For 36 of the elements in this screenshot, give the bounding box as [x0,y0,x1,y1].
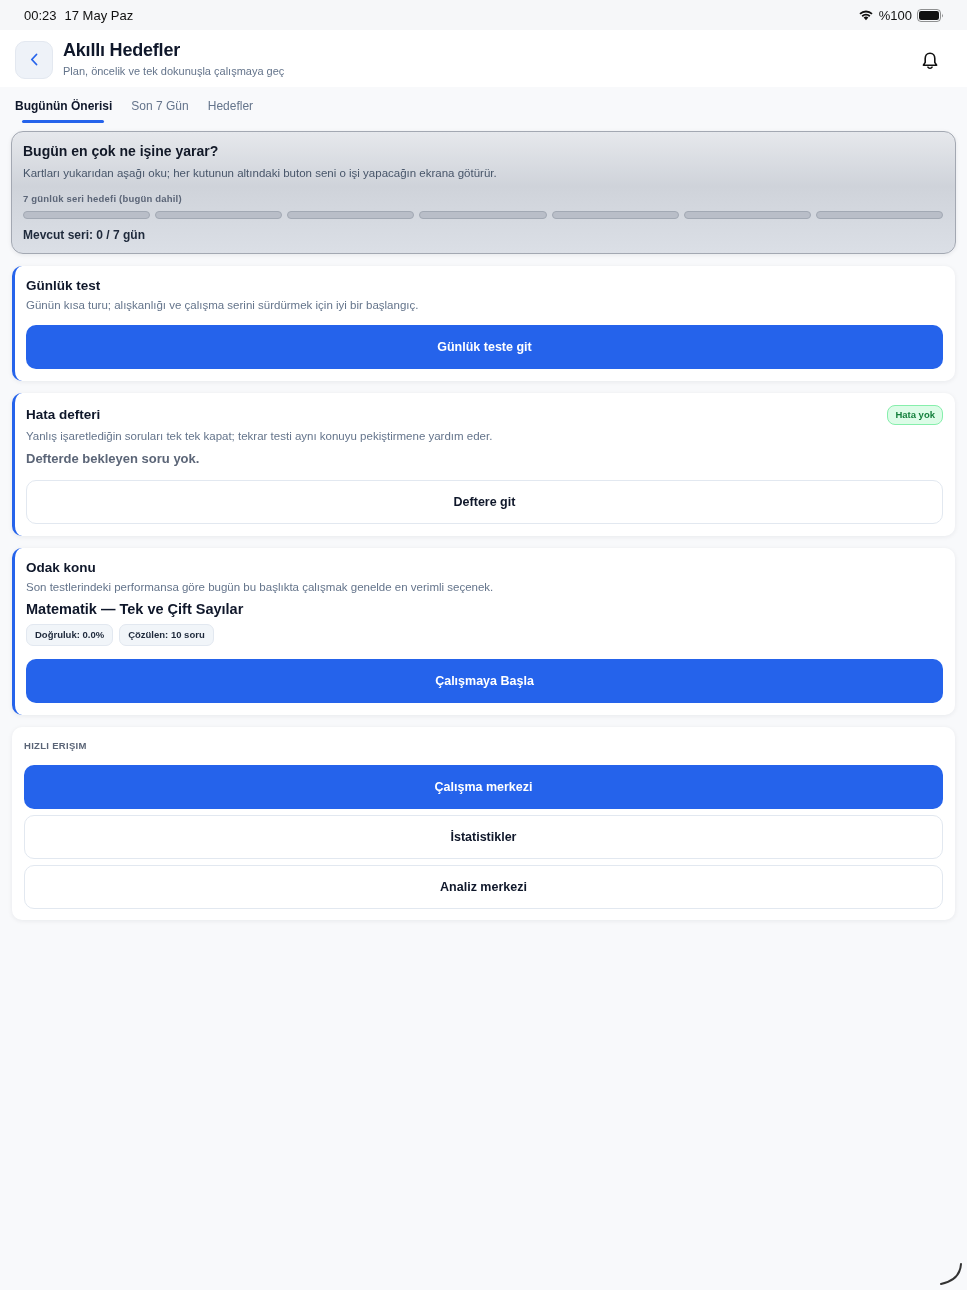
status-time: 00:23 [24,7,57,23]
card-description: Günün kısa turu; alışkanlığı ve çalışma serini sürdürmek için iyi bir başlangıç. [26,298,420,312]
action-button[interactable]: Çalışma merkezi [24,765,943,809]
action-button[interactable]: Günlük teste git [26,325,943,369]
action-button[interactable]: Analiz merkezi [24,865,943,909]
streak-goal-label: 7 günlük seri hedefi (bugün dahil) [23,193,183,205]
card-note: Defterde bekleyen soru yok. [26,451,201,467]
corner-arc-icon [939,1262,963,1286]
card-description: Son testlerindeki performansa göre bugün bu başlıkta çalışmak genelde en verimli seçenek. [26,580,495,594]
summary-title: Bugün en çok ne işine yarar? [23,143,220,160]
topic-title: Matematik — Tek ve Çift Sayılar [26,600,245,618]
chevron-left-icon [30,53,38,66]
action-button[interactable]: Çalışmaya Başla [26,659,943,703]
section-heading: HIZLI ERIŞIM [24,740,88,752]
card-title: Günlük test [26,278,101,294]
page-title: Akıllı Hedefler [63,39,181,61]
tab[interactable]: Hedefler [207,87,254,125]
page-subtitle: Plan, öncelik ve tek dokunuşla çalışmaya geç [63,65,285,78]
notification-button[interactable] [922,52,938,70]
status-badge: Hata yok [887,405,943,425]
current-streak: Mevcut seri: 0 / 7 gün [23,228,147,242]
battery-percent: %100 [878,7,912,23]
tab[interactable]: Bugünün Önerisi [15,87,113,125]
card-title: Odak konu [26,560,96,576]
summary-text: Kartları yukarıdan aşağı oku; her kutunun altındaki buton seni o işi yapacağın ekrana götürür. [23,166,498,180]
action-button[interactable]: Deftere git [26,480,943,524]
stat-chip: Doğruluk: 0.0% [26,624,114,646]
card-description: Yanlış işaretlediğin soruları tek tek kapat; tekrar testi aynı konuyu pekiştirmene yardım eder. [26,429,494,443]
tab[interactable]: Son 7 Gün [131,87,189,125]
battery-icon [917,8,944,22]
bell-icon [922,52,938,70]
wifi-icon [857,9,874,21]
stat-chip: Çözülen: 10 soru [119,624,214,646]
action-button[interactable]: İstatistikler [24,815,943,859]
status-date: 17 May Paz [64,7,134,23]
card-title: Hata defteri [26,407,101,423]
